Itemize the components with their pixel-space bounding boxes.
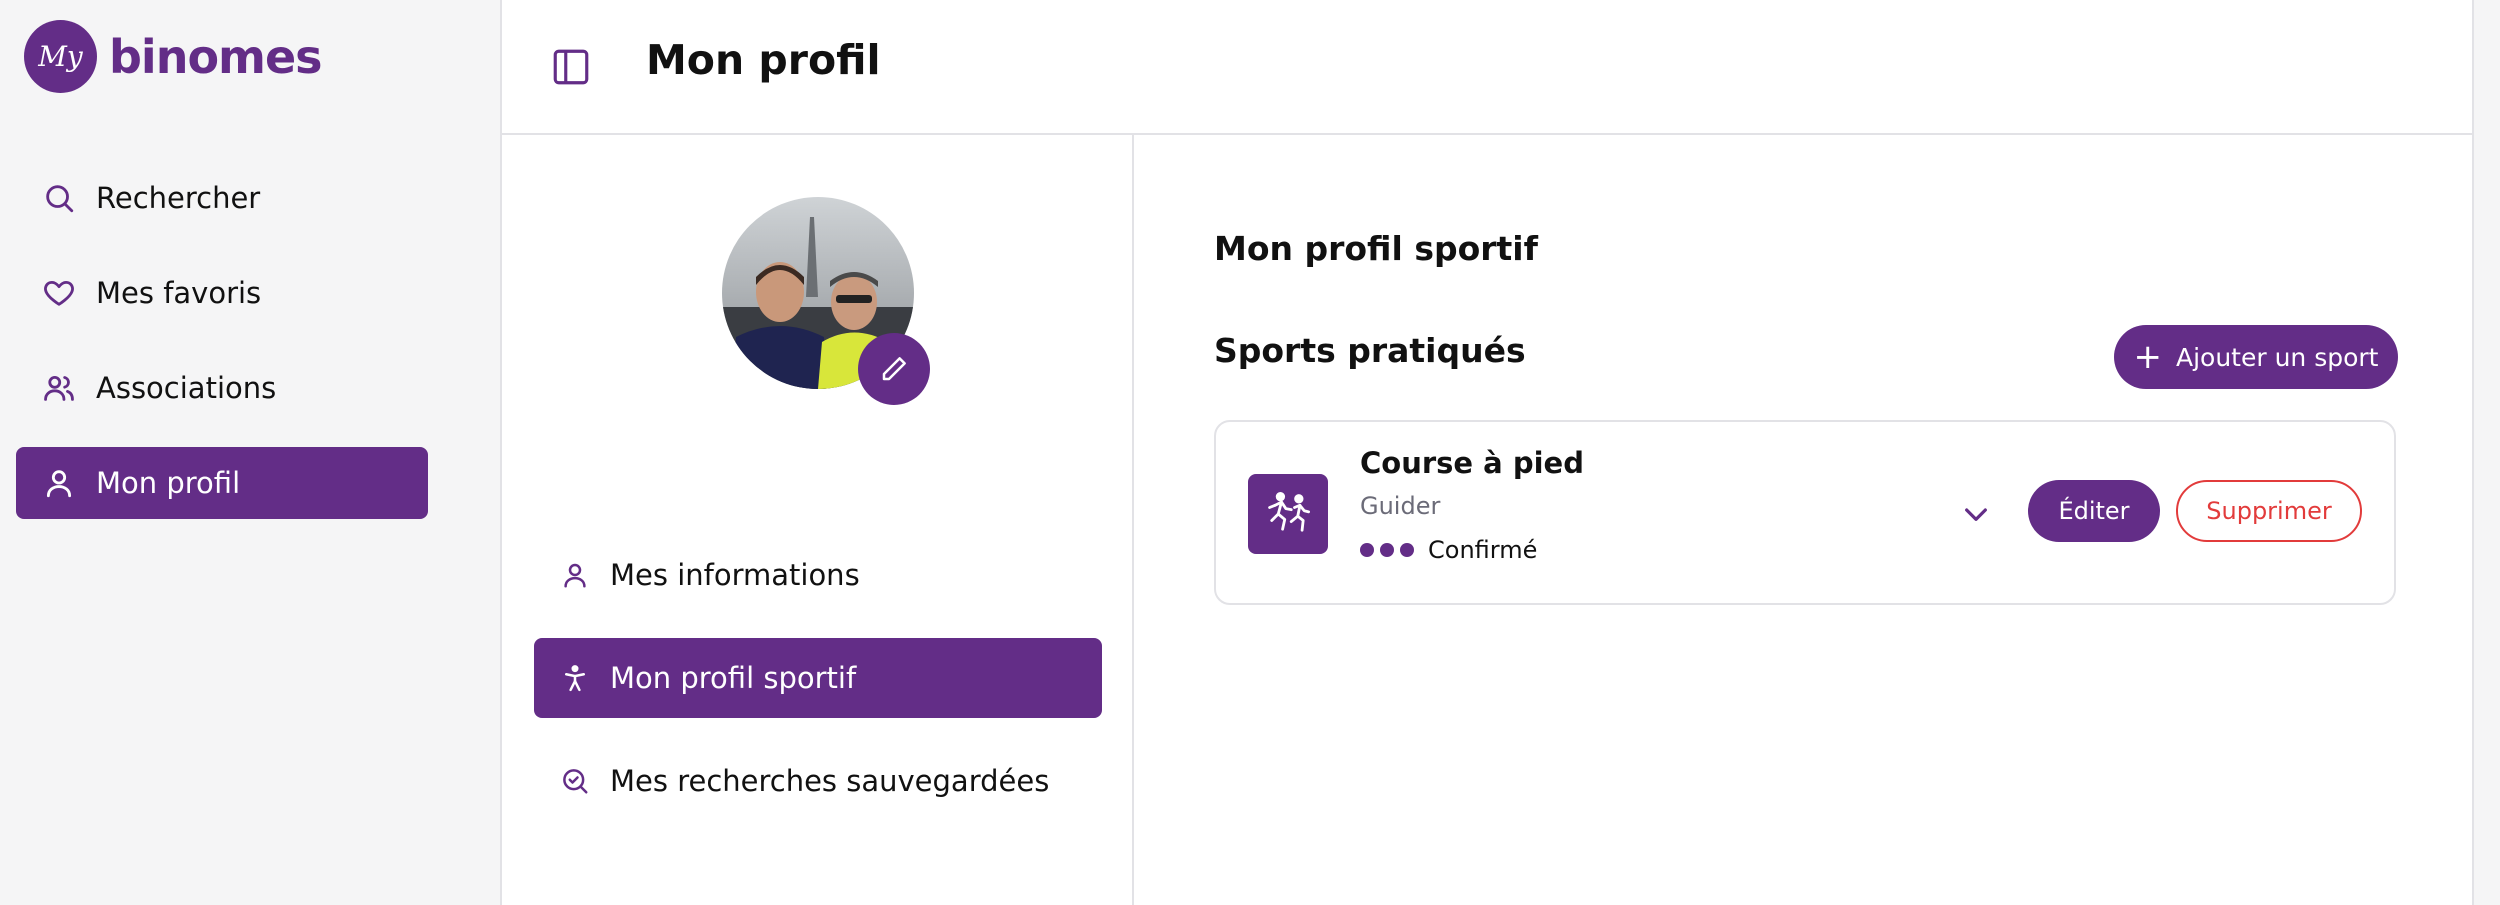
profile-nav: Mes informations Mon profil sportif Mes … [534,535,1102,844]
tab-label: Mes recherches sauvegardées [610,764,1050,798]
plus-icon: + [2133,337,2162,377]
sport-level: Confirmé [1360,536,1537,564]
sidebar: My binomes Rechercher Mes favoris Associ… [0,0,500,905]
sport-profile-section: Mon profil sportif Sports pratiqués + Aj… [1134,135,2474,905]
sidebar-item-label: Mon profil [96,466,241,500]
edit-sport-button[interactable]: Éditer [2028,480,2160,542]
add-sport-label: Ajouter un sport [2175,342,2379,372]
sport-name: Course à pied [1360,446,1584,480]
level-dot [1360,543,1374,557]
brand-logo[interactable]: My binomes [24,20,323,93]
tab-mes-recherches-sauvegardees[interactable]: Mes recherches sauvegardées [534,741,1102,821]
search-icon [40,179,78,217]
running-icon [1248,474,1328,554]
level-dot [1380,543,1394,557]
delete-sport-button[interactable]: Supprimer [2176,480,2362,542]
expand-sport-button[interactable] [1956,494,1996,534]
sidebar-item-associations[interactable]: Associations [16,352,428,424]
chevron-down-icon [1965,508,1987,521]
accessibility-icon [558,661,592,695]
page-title: Mon profil [646,36,881,84]
sport-card: Course à pied Guider Confirmé Éditer Sup… [1214,420,2396,605]
tab-label: Mon profil sportif [610,661,857,695]
level-dot [1400,543,1414,557]
add-sport-button[interactable]: + Ajouter un sport [2114,325,2398,389]
search-check-icon [558,764,592,798]
user-icon [40,464,78,502]
tab-mon-profil-sportif[interactable]: Mon profil sportif [534,638,1102,718]
sport-role: Guider [1360,492,1441,520]
users-icon [40,369,78,407]
sidebar-item-label: Associations [96,371,277,405]
edit-avatar-button[interactable] [858,333,930,405]
sidebar-item-label: Mes favoris [96,276,262,310]
sidebar-item-mon-profil[interactable]: Mon profil [16,447,428,519]
section-title: Mon profil sportif [1214,229,1538,268]
tab-mes-informations[interactable]: Mes informations [534,535,1102,615]
sidebar-item-label: Rechercher [96,181,261,215]
sidebar-item-rechercher[interactable]: Rechercher [16,162,428,234]
page-header: Mon profil [502,0,2472,135]
avatar-container [722,197,930,405]
sidebar-toggle-icon [553,49,589,85]
pencil-icon [882,357,906,381]
user-icon [558,558,592,592]
heart-icon [40,274,78,312]
main-nav: Rechercher Mes favoris Associations Mon … [16,162,428,542]
level-label: Confirmé [1428,536,1538,564]
brand-name: binomes [109,29,323,84]
sports-practiced-title: Sports pratiqués [1214,331,1526,370]
sidebar-item-favoris[interactable]: Mes favoris [16,257,428,329]
tab-label: Mes informations [610,558,860,592]
main-panel: Mon profil Mes informations Mon profil s… [500,0,2474,905]
sidebar-toggle-button[interactable] [550,46,592,88]
logo-badge: My [24,20,97,93]
profile-sidebar: Mes informations Mon profil sportif Mes … [502,135,1134,905]
